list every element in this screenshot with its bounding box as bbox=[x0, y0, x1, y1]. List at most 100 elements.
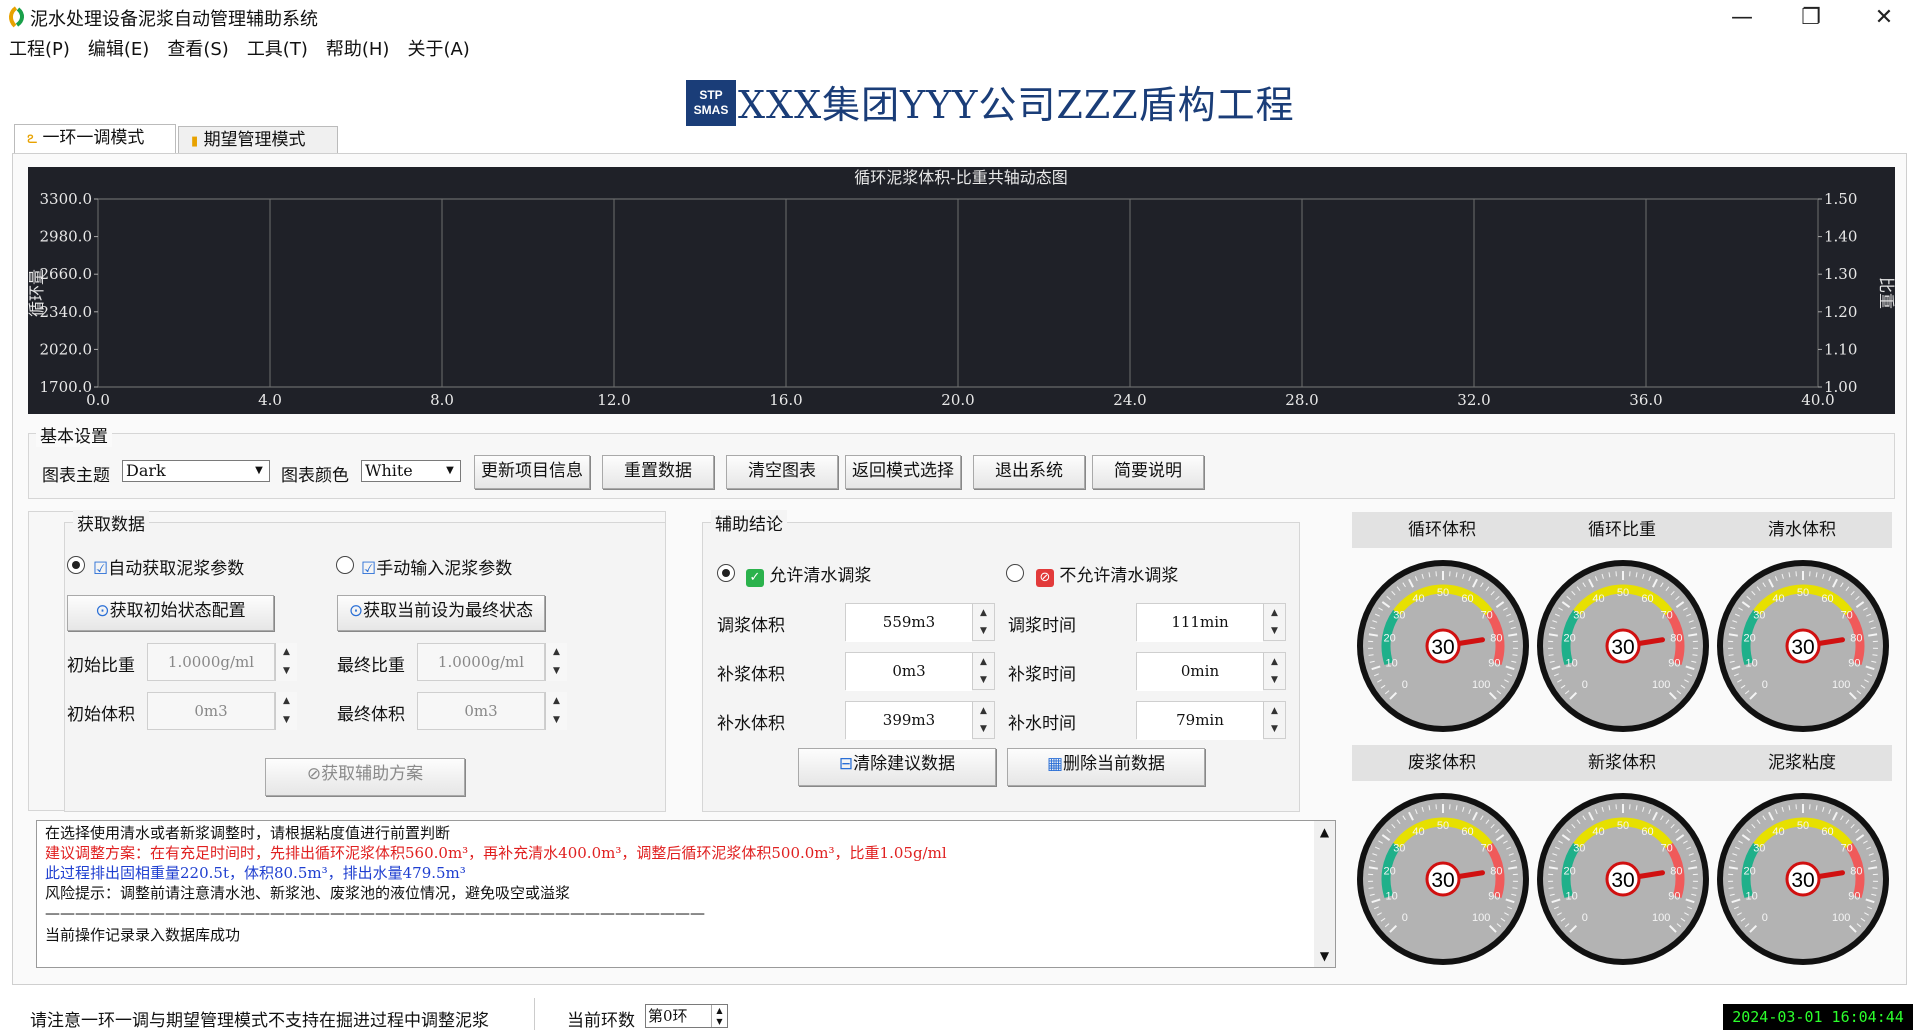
gauge-slurry-viscosity: 0 10 20 30 40 50 60 70 80 90 100 30 bbox=[1717, 793, 1889, 965]
x-tick-label: 4.0 bbox=[258, 391, 282, 409]
gauge-scale-label: 60 bbox=[1461, 826, 1473, 838]
scroll-down-icon[interactable]: ▼ bbox=[1314, 945, 1335, 967]
adjust-volume-label: 调浆体积 bbox=[717, 616, 785, 636]
adjust-time-stepper[interactable]: ▲ ▼ bbox=[1263, 604, 1285, 640]
gauge-title: 新浆体积 bbox=[1588, 753, 1656, 773]
init-density-field[interactable]: 1.0000g/ml ▲ ▼ bbox=[147, 643, 297, 681]
adjust-volume-field[interactable]: 559m3 ▲ ▼ bbox=[845, 603, 995, 642]
radio-auto[interactable] bbox=[67, 556, 85, 574]
y-right-tick-label: 1.40 bbox=[1824, 228, 1857, 246]
ring-count-stepper[interactable]: ▲ ▼ bbox=[711, 1005, 727, 1027]
chevron-down-icon: ▼ bbox=[446, 465, 454, 476]
gauge-scale-label: 100 bbox=[1652, 679, 1670, 691]
menu-view[interactable]: 查看(S) bbox=[158, 36, 237, 64]
chart-color-select[interactable]: White ▼ bbox=[361, 460, 461, 482]
tab-one-ring-one-adjust[interactable]: ఽ 一环一调模式 bbox=[14, 124, 176, 153]
menu-tools[interactable]: 工具(T) bbox=[238, 36, 317, 64]
radio-manual[interactable] bbox=[336, 556, 354, 574]
chart-theme-select[interactable]: Dark ▼ bbox=[122, 460, 270, 482]
update-project-button[interactable]: 更新项目信息 bbox=[474, 455, 590, 489]
gauge-scale-label: 30 bbox=[1573, 609, 1585, 621]
gauge-scale-label: 40 bbox=[1412, 826, 1424, 838]
adjust-time-label: 调浆时间 bbox=[1008, 616, 1076, 636]
radio-disallow-water[interactable] bbox=[1006, 564, 1024, 582]
gauge-scale-label: 40 bbox=[1412, 593, 1424, 605]
log-line: 建议调整方案：在有充足时间时，先排出循环泥浆体积560.0m³，再补充清水400… bbox=[45, 844, 947, 862]
gauge-scale-label: 40 bbox=[1772, 593, 1784, 605]
brief-help-button[interactable]: 简要说明 bbox=[1092, 455, 1204, 489]
y-right-tick-label: 1.10 bbox=[1824, 340, 1857, 358]
maximize-button[interactable]: ❐ bbox=[1781, 0, 1841, 34]
delete-current-button[interactable]: ▦删除当前数据 bbox=[1007, 748, 1205, 786]
check-circle-icon: ⊘ bbox=[306, 764, 322, 784]
final-volume-value: 0m3 bbox=[417, 692, 545, 730]
supp-water-time-field[interactable]: 79min ▲ ▼ bbox=[1136, 701, 1286, 740]
supp-water-time-stepper[interactable]: ▲ ▼ bbox=[1263, 702, 1285, 738]
ring-count-label: 当前环数 bbox=[567, 1011, 635, 1031]
get-init-state-button[interactable]: ⊙获取初始状态配置 bbox=[67, 595, 274, 631]
tab-expectation-mode[interactable]: ▮ 期望管理模式 bbox=[178, 126, 338, 153]
supp-water-volume-field[interactable]: 399m3 ▲ ▼ bbox=[845, 701, 995, 740]
menu-help[interactable]: 帮助(H) bbox=[317, 36, 399, 64]
chart-title: 循环泥浆体积-比重共轴动态图 bbox=[854, 168, 1067, 187]
log-line: 当前操作记录录入数据库成功 bbox=[45, 926, 241, 944]
radio-disallow-water-label[interactable]: ⊘ 不允许清水调浆 bbox=[1036, 561, 1178, 587]
y-left-tick-label: 2340.0 bbox=[40, 303, 93, 321]
reset-data-button[interactable]: 重置数据 bbox=[602, 455, 714, 489]
menu-about[interactable]: 关于(A) bbox=[398, 36, 478, 64]
adjust-time-field[interactable]: 111min ▲ ▼ bbox=[1136, 603, 1286, 642]
gauge-tick bbox=[1548, 866, 1558, 870]
log-scrollbar[interactable]: ▲ ▼ bbox=[1314, 821, 1335, 967]
get-plan-button[interactable]: ⊘获取辅助方案 bbox=[265, 758, 465, 796]
gauge-tick bbox=[1872, 654, 1878, 656]
clear-suggestion-button[interactable]: ⊟清除建议数据 bbox=[798, 748, 996, 786]
init-volume-stepper[interactable]: ▲ ▼ bbox=[275, 692, 297, 730]
adjust-time-value: 111min bbox=[1137, 604, 1263, 642]
gauge-title: 废浆体积 bbox=[1408, 753, 1476, 773]
checkbox-edit-icon: ☑ bbox=[93, 559, 109, 579]
get-final-state-button[interactable]: ⊙获取当前设为最终状态 bbox=[337, 595, 545, 631]
gauge-scale-label: 10 bbox=[1386, 658, 1398, 670]
radio-manual-label[interactable]: ☑手动输入泥浆参数 bbox=[361, 554, 512, 579]
supp-slurry-time-field[interactable]: 0min ▲ ▼ bbox=[1136, 652, 1286, 691]
arrow-down-icon: ▼ bbox=[1271, 626, 1278, 636]
exit-system-button[interactable]: 退出系统 bbox=[973, 455, 1085, 489]
supp-slurry-volume-field[interactable]: 0m3 ▲ ▼ bbox=[845, 652, 995, 691]
back-mode-select-button[interactable]: 返回模式选择 bbox=[845, 455, 961, 489]
minimize-button[interactable]: — bbox=[1712, 0, 1772, 34]
final-volume-field[interactable]: 0m3 ▲ ▼ bbox=[417, 692, 567, 730]
clear-chart-button[interactable]: 清空图表 bbox=[726, 455, 838, 489]
init-volume-field[interactable]: 0m3 ▲ ▼ bbox=[147, 692, 297, 730]
gauge-clear-water-volume: 0 10 20 30 40 50 60 70 80 90 100 30 bbox=[1717, 560, 1889, 732]
log-textbox[interactable]: 在选择使用清水或者新浆调整时，请根据粘度值进行前置判断 建议调整方案：在有充足时… bbox=[36, 820, 1336, 968]
gauge-tick bbox=[1512, 654, 1518, 656]
gauge-circulation-density: 0 10 20 30 40 50 60 70 80 90 100 30 bbox=[1537, 560, 1709, 732]
radio-allow-water[interactable] bbox=[717, 564, 735, 582]
arrow-down-icon: ▼ bbox=[716, 1017, 723, 1026]
radio-auto-label[interactable]: ☑自动获取泥浆参数 bbox=[93, 554, 244, 579]
gauge-value: 30 bbox=[1431, 869, 1454, 892]
final-volume-stepper[interactable]: ▲ ▼ bbox=[545, 692, 567, 730]
supp-slurry-volume-stepper[interactable]: ▲ ▼ bbox=[972, 653, 994, 689]
arrow-down-icon: ▼ bbox=[980, 675, 987, 685]
ring-count-spinner[interactable]: 第0环 ▲ ▼ bbox=[645, 1004, 728, 1028]
scroll-up-icon[interactable]: ▲ bbox=[1314, 821, 1335, 843]
final-density-field[interactable]: 1.0000g/ml ▲ ▼ bbox=[417, 643, 567, 681]
x-tick-label: 8.0 bbox=[430, 391, 454, 409]
supp-water-volume-stepper[interactable]: ▲ ▼ bbox=[972, 702, 994, 738]
log-line: 在选择使用清水或者新浆调整时，请根据粘度值进行前置判断 bbox=[45, 824, 451, 842]
menu-project[interactable]: 工程(P) bbox=[0, 36, 79, 64]
gauge-value: 30 bbox=[1611, 636, 1634, 659]
gauge-scale-label: 0 bbox=[1582, 912, 1588, 924]
adjust-volume-stepper[interactable]: ▲ ▼ bbox=[972, 604, 994, 640]
gauge-scale-label: 20 bbox=[1744, 866, 1756, 878]
final-density-value: 1.0000g/ml bbox=[417, 643, 545, 681]
gauge-scale-label: 20 bbox=[1564, 633, 1576, 645]
radio-allow-water-label[interactable]: ✓ 允许清水调浆 bbox=[746, 561, 871, 587]
close-button[interactable]: ✕ bbox=[1854, 0, 1914, 34]
y-right-tick-label: 1.30 bbox=[1824, 265, 1857, 283]
final-density-stepper[interactable]: ▲ ▼ bbox=[545, 643, 567, 681]
menu-edit[interactable]: 编辑(E) bbox=[79, 36, 158, 64]
supp-slurry-time-stepper[interactable]: ▲ ▼ bbox=[1263, 653, 1285, 689]
init-density-stepper[interactable]: ▲ ▼ bbox=[275, 643, 297, 681]
